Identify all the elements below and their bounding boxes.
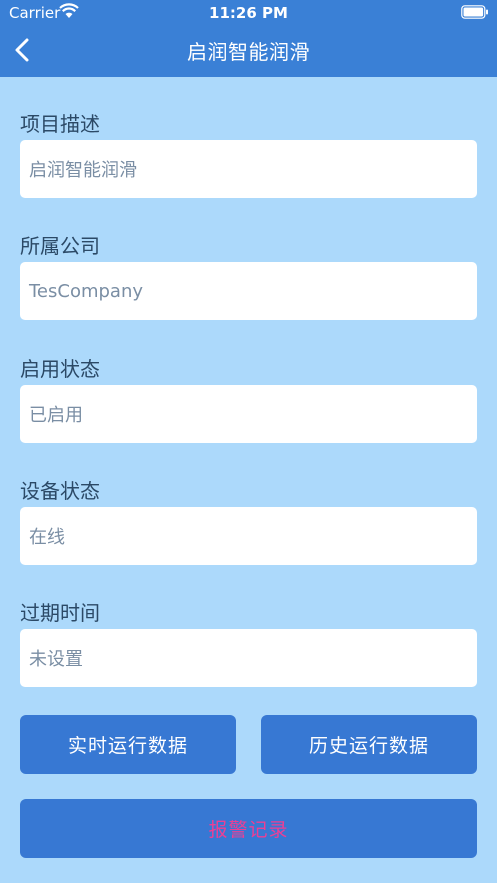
- project-description-label: 项目描述: [20, 112, 100, 136]
- device-status-label: 设备状态: [20, 479, 100, 503]
- status-bar: Carrier 11:26 PM: [0, 0, 497, 26]
- alarm-records-button[interactable]: 报警记录: [20, 799, 477, 858]
- expiry-time-label: 过期时间: [20, 601, 100, 625]
- project-description-field: 启润智能润滑: [20, 140, 477, 198]
- expiry-time-field: 未设置: [20, 629, 477, 687]
- page-title: 启润智能润滑: [187, 40, 310, 64]
- navigation-bar: Carrier 11:26 PM 启润智能润滑: [0, 0, 497, 77]
- history-data-button[interactable]: 历史运行数据: [261, 715, 477, 774]
- enable-status-label: 启用状态: [20, 357, 100, 381]
- device-status-field: 在线: [20, 507, 477, 565]
- company-field: TesCompany: [20, 262, 477, 320]
- clock: 11:26 PM: [209, 4, 288, 22]
- battery-icon: [461, 5, 488, 19]
- enable-status-field: 已启用: [20, 385, 477, 443]
- company-label: 所属公司: [20, 234, 100, 258]
- realtime-data-button[interactable]: 实时运行数据: [20, 715, 236, 774]
